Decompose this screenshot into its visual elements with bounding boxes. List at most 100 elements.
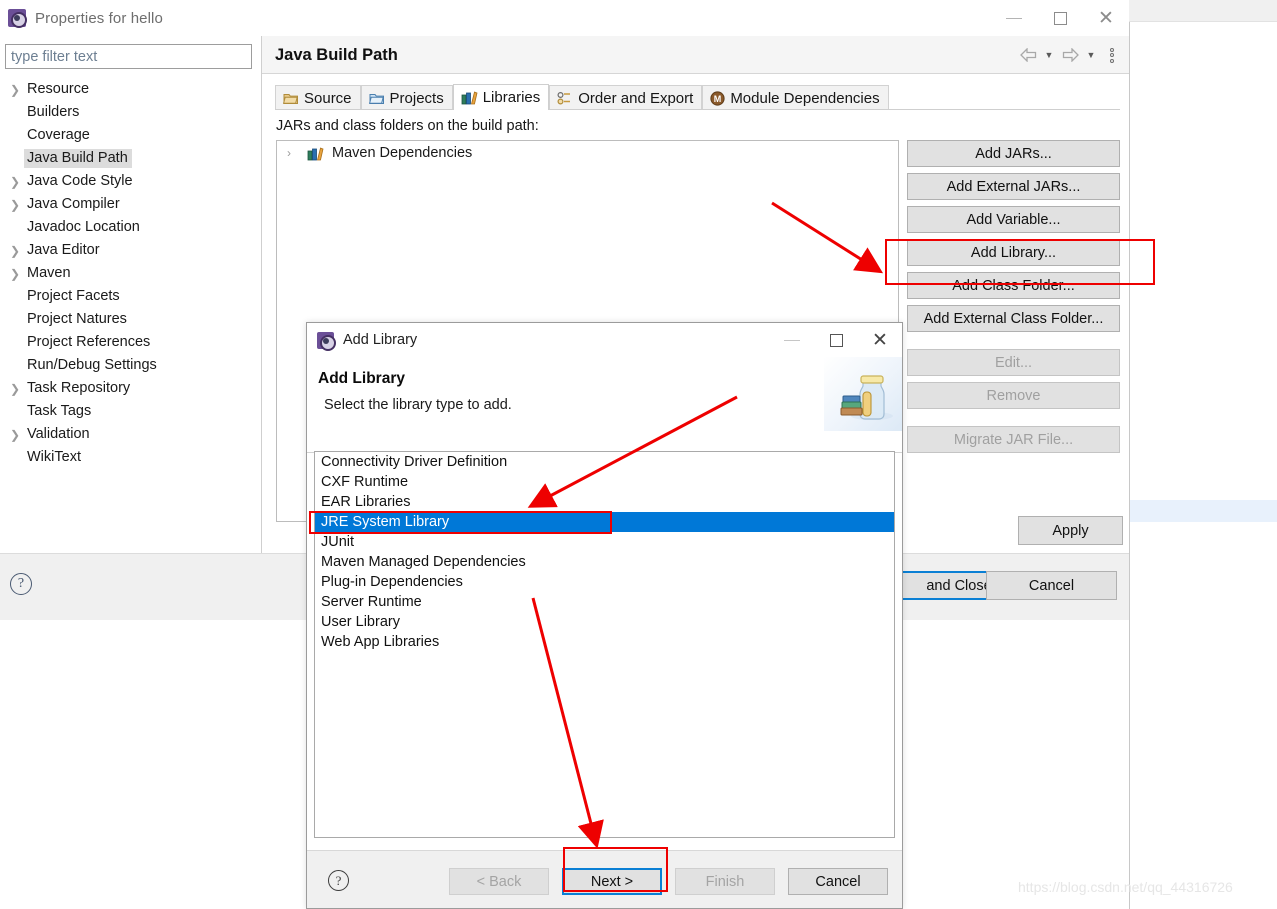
expand-arrow-icon[interactable]: ›: [287, 146, 303, 160]
sidebar-item-java-editor[interactable]: ❯ Java Editor: [0, 239, 261, 262]
build-path-button-column[interactable]: Add JARs... Add External JARs... Add Varia…: [907, 140, 1120, 459]
sidebar-item-wikitext[interactable]: WikiText: [0, 446, 261, 469]
back-button: < Back: [449, 868, 549, 895]
build-path-tabbar[interactable]: Source Projects Libraries Order and Export M…: [275, 84, 1120, 110]
cancel-button[interactable]: Cancel: [986, 571, 1117, 600]
settings-tree[interactable]: ❯ Resource Builders Coverage Java Build Path…: [0, 78, 261, 469]
sidebar-item-task-repository[interactable]: ❯ Task Repository: [0, 377, 261, 400]
dialog-cancel-button[interactable]: Cancel: [788, 868, 888, 895]
dialog-window-controls: ✕: [770, 323, 902, 357]
expand-arrow-icon[interactable]: ❯: [6, 382, 24, 396]
library-type-item[interactable]: Web App Libraries: [315, 632, 894, 652]
back-dropdown-caret-icon[interactable]: ▼: [1041, 44, 1057, 66]
add-variable-button[interactable]: Add Variable...: [907, 206, 1120, 233]
vertical-dots-icon[interactable]: [1101, 44, 1123, 66]
library-type-item[interactable]: JRE System Library: [315, 512, 894, 532]
sidebar-item-project-facets[interactable]: Project Facets: [0, 285, 261, 308]
forward-dropdown-caret-icon[interactable]: ▼: [1083, 44, 1099, 66]
page-title: Java Build Path: [275, 46, 398, 64]
libraries-books-icon: [307, 146, 324, 161]
svg-text:M: M: [714, 94, 722, 104]
tab-label: Module Dependencies: [730, 89, 880, 107]
dialog-help-icon[interactable]: ?: [328, 870, 349, 891]
add-external-class-folder-button[interactable]: Add External Class Folder...: [907, 305, 1120, 332]
workbench-highlighted-row: [1128, 500, 1277, 522]
next-button[interactable]: Next >: [562, 868, 662, 895]
sidebar-item-label: Coverage: [27, 127, 90, 143]
expand-arrow-icon[interactable]: ❯: [6, 198, 24, 212]
sidebar-item-label: Builders: [27, 104, 80, 120]
expand-arrow-icon[interactable]: ❯: [6, 267, 24, 281]
dialog-maximize-button[interactable]: [814, 323, 858, 357]
sidebar-item-maven[interactable]: ❯ Maven: [0, 262, 261, 285]
filter-input[interactable]: [5, 44, 252, 69]
minimize-button[interactable]: [991, 0, 1037, 36]
watermark-text: https://blog.csdn.net/qq_44316726: [1018, 879, 1233, 895]
tab-projects[interactable]: Projects: [360, 85, 453, 110]
window-footer-left: ?: [0, 553, 262, 620]
tab-libraries[interactable]: Libraries: [452, 84, 550, 110]
close-button[interactable]: ✕: [1083, 0, 1129, 36]
settings-tree-pane: ❯ResourceBuildersCoverageJava Build Path…: [0, 36, 262, 553]
sidebar-item-label: Resource: [27, 81, 90, 97]
expand-arrow-icon[interactable]: ❯: [6, 428, 24, 442]
sidebar-item-task-tags[interactable]: Task Tags: [0, 400, 261, 423]
workbench-background-top: [1128, 0, 1277, 22]
library-type-list[interactable]: Connectivity Driver Definition CXF Runtim…: [314, 451, 895, 838]
sidebar-item-coverage[interactable]: Coverage: [0, 124, 261, 147]
gear-icon: [317, 331, 336, 351]
library-type-item[interactable]: Connectivity Driver Definition: [315, 452, 894, 472]
library-type-item[interactable]: User Library: [315, 612, 894, 632]
dialog-close-button[interactable]: ✕: [858, 323, 902, 357]
window-controls: ✕: [991, 0, 1129, 36]
tab-source[interactable]: Source: [275, 85, 361, 110]
expand-arrow-icon[interactable]: ❯: [6, 244, 24, 258]
library-type-item[interactable]: EAR Libraries: [315, 492, 894, 512]
maximize-button[interactable]: [1037, 0, 1083, 36]
sidebar-item-resource[interactable]: ❯ Resource: [0, 78, 261, 101]
sidebar-item-validation[interactable]: ❯ Validation: [0, 423, 261, 446]
sidebar-item-java-compiler[interactable]: ❯ Java Compiler: [0, 193, 261, 216]
dialog-minimize-button[interactable]: [770, 323, 814, 357]
sidebar-item-java-code-style[interactable]: ❯ Java Code Style: [0, 170, 261, 193]
library-type-item[interactable]: Server Runtime: [315, 592, 894, 612]
add-jars-button[interactable]: Add JARs...: [907, 140, 1120, 167]
tab-label: Source: [304, 89, 352, 107]
list-item[interactable]: › Maven Dependencies: [277, 141, 898, 165]
expand-arrow-icon[interactable]: ❯: [6, 175, 24, 189]
workbench-divider: [1129, 22, 1130, 909]
sidebar-item-java-build-path[interactable]: Java Build Path: [0, 147, 261, 170]
library-type-item[interactable]: Plug-in Dependencies: [315, 572, 894, 592]
page-nav-icons: ▼ ▼: [1017, 44, 1123, 66]
window-title: Properties for hello: [35, 9, 163, 27]
add-class-folder-button[interactable]: Add Class Folder...: [907, 272, 1120, 299]
apply-button[interactable]: Apply: [1018, 516, 1123, 545]
sidebar-item-label: Project Natures: [27, 311, 127, 327]
sidebar-item-run-debug-settings[interactable]: Run/Debug Settings: [0, 354, 261, 377]
tab-order-and-export[interactable]: Order and Export: [549, 85, 703, 110]
sidebar-item-builders[interactable]: Builders: [0, 101, 261, 124]
source-folder-icon: [283, 91, 299, 105]
list-section-label: JARs and class folders on the build path…: [276, 118, 539, 134]
help-icon[interactable]: ?: [10, 573, 32, 595]
remove-button: Remove: [907, 382, 1120, 409]
tab-module-dependencies[interactable]: M Module Dependencies: [702, 85, 889, 110]
libraries-books-icon: [461, 90, 478, 105]
library-type-item[interactable]: JUnit: [315, 532, 894, 552]
sidebar-item-project-references[interactable]: Project References: [0, 331, 261, 354]
tab-label: Projects: [389, 89, 444, 107]
add-library-button[interactable]: Add Library...: [907, 239, 1120, 266]
back-arrow-icon[interactable]: [1017, 44, 1039, 66]
module-m-icon: M: [710, 90, 725, 106]
library-type-item[interactable]: Maven Managed Dependencies: [315, 552, 894, 572]
expand-arrow-icon[interactable]: ❯: [6, 83, 24, 97]
sidebar-item-label: Project References: [27, 334, 151, 350]
sidebar-item-javadoc-location[interactable]: Javadoc Location: [0, 216, 261, 239]
sidebar-item-label: Java Build Path: [24, 149, 132, 168]
sidebar-item-project-natures[interactable]: Project Natures: [0, 308, 261, 331]
add-external-jars-button[interactable]: Add External JARs...: [907, 173, 1120, 200]
header-separator: [262, 73, 1129, 74]
library-type-item[interactable]: CXF Runtime: [315, 472, 894, 492]
forward-arrow-icon[interactable]: [1059, 44, 1081, 66]
screenshot-root: Properties for hello ✕ ❯ResourceBuilders…: [0, 0, 1277, 909]
